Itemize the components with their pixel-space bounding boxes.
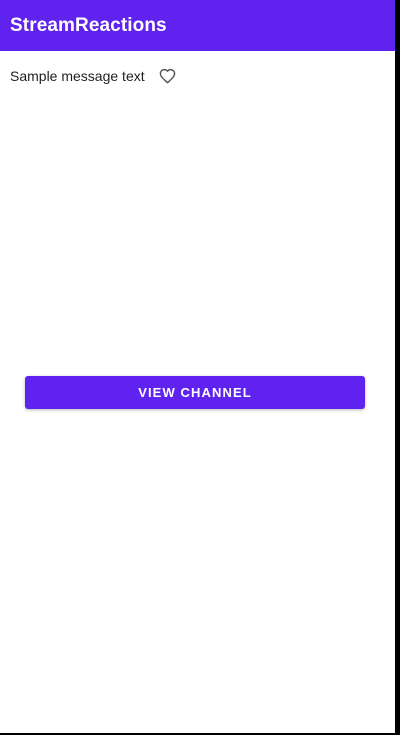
heart-icon[interactable] bbox=[159, 67, 177, 85]
message-row: Sample message text bbox=[10, 66, 177, 86]
app-screen: StreamReactions Sample message text VIEW… bbox=[0, 0, 395, 733]
view-channel-button[interactable]: VIEW CHANNEL bbox=[25, 376, 365, 409]
app-bar: StreamReactions bbox=[0, 0, 395, 51]
message-text: Sample message text bbox=[10, 68, 145, 84]
heart-outline-icon bbox=[159, 68, 176, 84]
view-channel-label: VIEW CHANNEL bbox=[138, 385, 252, 400]
app-title: StreamReactions bbox=[10, 14, 167, 36]
